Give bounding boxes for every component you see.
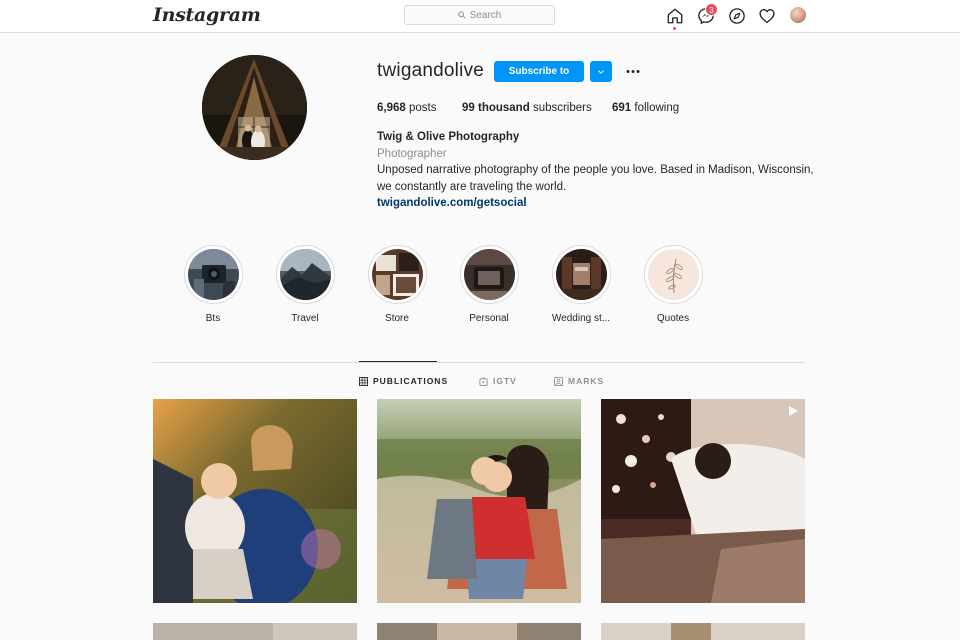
profile-stats: 6,968 posts 99 thousand subscribers 691 … xyxy=(377,102,679,114)
highlight-store[interactable]: Store xyxy=(357,245,437,324)
top-navigation-bar: Instagram Search 3 xyxy=(0,0,960,33)
bio-website-link[interactable]: twigandolive.com/getsocial xyxy=(377,195,817,212)
home-active-indicator xyxy=(673,27,676,30)
highlight-wedding-stories[interactable]: Wedding st... xyxy=(541,245,621,324)
highlight-label: Wedding st... xyxy=(551,313,611,324)
ellipsis-icon xyxy=(626,69,640,73)
tab-igtv[interactable]: IGTV xyxy=(479,376,517,386)
subscribe-button[interactable]: Subscribe to xyxy=(494,61,584,82)
bio-text-line-1: Unposed narrative photography of the peo… xyxy=(377,164,814,176)
tagged-icon xyxy=(554,376,563,386)
post-thumbnail[interactable] xyxy=(377,399,581,603)
highlight-cover xyxy=(183,245,243,304)
posts-count: 6,968 xyxy=(377,102,406,114)
highlight-label: Personal xyxy=(469,313,509,324)
highlight-bts[interactable]: Bts xyxy=(173,245,253,324)
activity-heart-icon[interactable] xyxy=(757,6,777,26)
grid-icon xyxy=(359,376,368,386)
messages-count-badge: 3 xyxy=(705,3,718,16)
profile-username: twigandolive xyxy=(377,60,484,81)
igtv-icon xyxy=(479,376,488,386)
bio-category: Photographer xyxy=(377,147,447,160)
highlight-quotes[interactable]: Quotes xyxy=(633,245,713,324)
highlight-cover xyxy=(275,245,335,304)
post-thumbnail[interactable] xyxy=(153,399,357,603)
tab-label: IGTV xyxy=(493,376,517,386)
following-count: 691 xyxy=(612,102,632,114)
post-thumbnail[interactable] xyxy=(601,623,805,640)
highlight-travel[interactable]: Travel xyxy=(265,245,345,324)
subscribers-count: 99 thousand xyxy=(462,102,530,114)
profile-picture[interactable] xyxy=(202,55,307,160)
more-options-button[interactable] xyxy=(624,63,642,79)
highlight-cover xyxy=(551,245,611,304)
posts-label: posts xyxy=(408,102,437,114)
active-tab-indicator xyxy=(359,361,437,362)
post-thumbnail[interactable] xyxy=(601,399,805,603)
highlight-cover xyxy=(367,245,427,304)
suggested-accounts-dropdown-button[interactable] xyxy=(590,61,612,82)
chevron-down-icon xyxy=(598,69,604,74)
highlight-label: Store xyxy=(385,313,409,324)
profile-avatar[interactable] xyxy=(790,7,806,23)
tab-label: PUBLICATIONS xyxy=(373,376,449,386)
tab-publications[interactable]: PUBLICATIONS xyxy=(359,376,448,386)
tab-marks[interactable]: MARKS xyxy=(554,376,604,386)
highlight-cover xyxy=(459,245,519,304)
explore-icon[interactable] xyxy=(727,6,747,26)
highlight-cover xyxy=(643,245,703,304)
following-stat[interactable]: 691 following xyxy=(612,102,679,114)
highlight-personal[interactable]: Personal xyxy=(449,245,529,324)
post-thumbnail[interactable] xyxy=(377,623,581,640)
subscribers-stat[interactable]: 99 thousand subscribers xyxy=(462,102,612,114)
highlight-label: Quotes xyxy=(656,313,690,324)
tabs-divider xyxy=(153,362,805,363)
highlight-label: Travel xyxy=(291,313,319,324)
instagram-logo[interactable]: Instagram xyxy=(153,4,261,26)
highlight-label: Bts xyxy=(205,313,221,324)
profile-bio: Twig & Olive Photography Photographer Un… xyxy=(377,129,817,212)
tab-label: MARKS xyxy=(568,376,605,386)
video-play-icon xyxy=(789,406,798,416)
post-thumbnail[interactable] xyxy=(153,623,357,640)
posts-stat: 6,968 posts xyxy=(377,102,462,114)
search-placeholder: Search xyxy=(469,9,502,21)
search-icon xyxy=(457,11,466,19)
bio-full-name: Twig & Olive Photography xyxy=(377,131,520,143)
subscribers-label: subscribers xyxy=(532,102,592,114)
bio-text-line-2: we constantly are traveling the world. xyxy=(377,180,567,193)
following-label: following xyxy=(634,102,680,114)
search-input[interactable]: Search xyxy=(404,5,555,25)
home-icon[interactable] xyxy=(665,6,685,26)
